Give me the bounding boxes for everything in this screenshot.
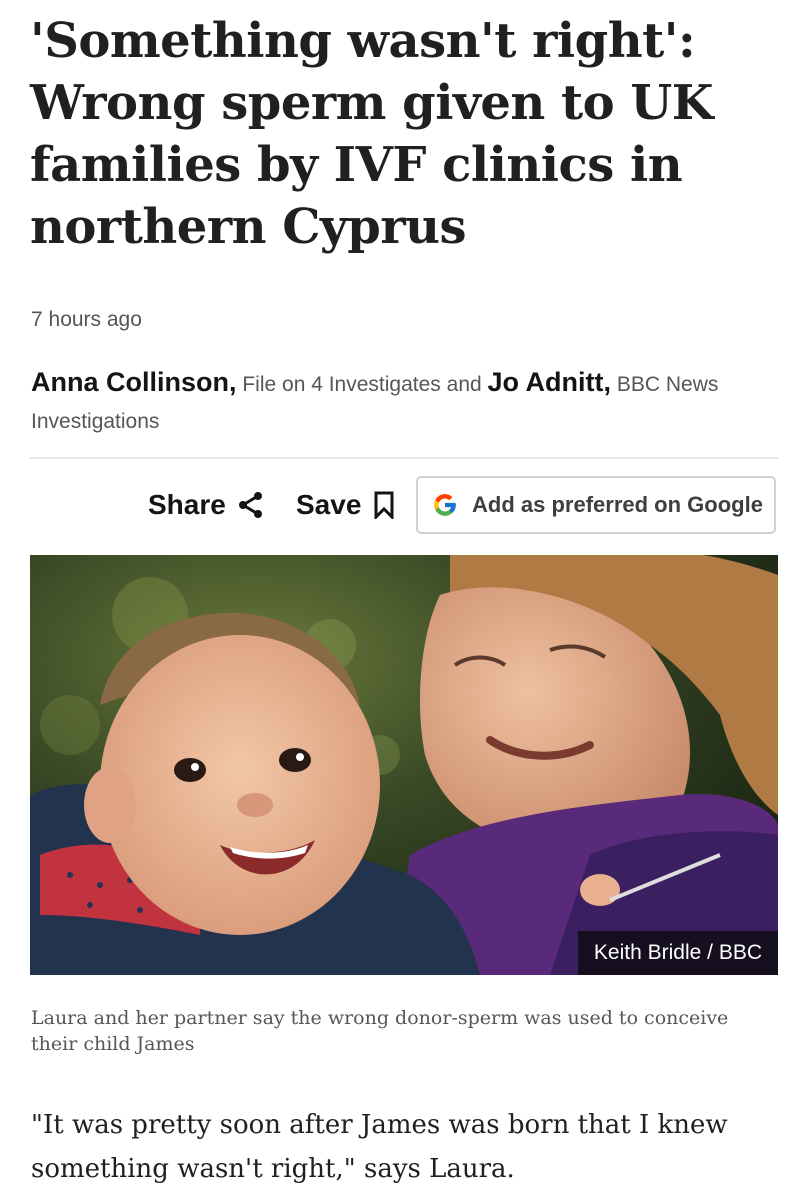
article-photo: Keith Bridle / BBC xyxy=(30,555,778,975)
author-name: Anna Collinson, xyxy=(31,367,237,397)
save-button[interactable]: Save xyxy=(296,476,395,534)
google-button-label: Add as preferred on Google xyxy=(472,492,763,517)
bookmark-icon xyxy=(374,491,394,519)
divider xyxy=(30,457,778,459)
save-label: Save xyxy=(296,489,362,520)
photo-credit: Keith Bridle / BBC xyxy=(577,931,778,975)
byline-connector: and xyxy=(446,373,482,396)
article-actions: Share Save Add as preferred on Google xyxy=(0,476,808,536)
share-label: Share xyxy=(148,489,226,520)
author-name: Jo Adnitt, xyxy=(487,367,612,397)
share-button[interactable]: Share xyxy=(148,476,264,534)
add-preferred-google-button[interactable]: Add as preferred on Google xyxy=(416,476,776,534)
byline: Anna Collinson, File on 4 Investigates a… xyxy=(31,364,771,440)
article-timestamp: 7 hours ago xyxy=(31,308,142,331)
article-paragraph: "It was pretty soon after James was born… xyxy=(31,1110,728,1184)
google-g-icon xyxy=(434,494,456,516)
share-icon xyxy=(238,492,262,518)
photo-caption: Laura and her partner say the wrong dono… xyxy=(31,1007,729,1055)
photo-illustration xyxy=(30,555,778,975)
author-affiliation: File on 4 Investigates xyxy=(242,373,441,396)
article-headline: 'Something wasn't right': Wrong sperm gi… xyxy=(30,13,713,255)
